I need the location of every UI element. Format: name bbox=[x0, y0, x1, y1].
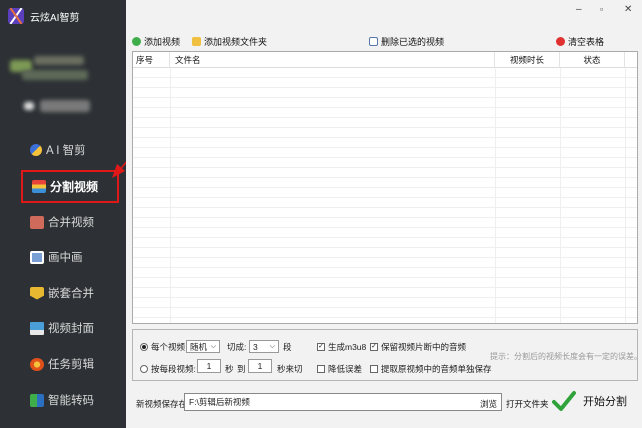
sidebar-item-nested-merge[interactable]: 嵌套合并 bbox=[0, 277, 126, 309]
clear-table-label: 清空表格 bbox=[568, 37, 605, 47]
col-header-duration[interactable]: 视频时长 bbox=[495, 52, 560, 68]
mode-select-value: 随机 bbox=[190, 341, 208, 352]
to-label: 到 bbox=[237, 364, 246, 374]
remove-icon bbox=[369, 37, 378, 46]
sidebar-item-label: 智能转码 bbox=[48, 395, 94, 407]
add-folder-label: 添加视频文件夹 bbox=[204, 37, 268, 47]
sidebar-item-label: 合并视频 bbox=[48, 217, 94, 229]
save-path-label: 新视频保存在: bbox=[136, 399, 190, 409]
split-video-icon bbox=[32, 180, 46, 193]
clear-table-button[interactable]: 清空表格 bbox=[556, 35, 604, 48]
split-options-panel: 每个视频 随机 ⌵ 切成: 3 ⌵ 段 按每段视频: 1 秒 到 1 秒来切 ✓… bbox=[132, 329, 642, 381]
sidebar-item-label: 分割视频 bbox=[50, 180, 99, 194]
add-folder-button[interactable]: 添加视频文件夹 bbox=[192, 35, 267, 48]
each-video-radio[interactable]: 每个视频 bbox=[140, 341, 185, 353]
app-title: 云炫AI智剪 bbox=[8, 7, 79, 25]
sidebar-item-label: 视频封面 bbox=[48, 323, 94, 335]
sidebar-item-smart-transcode[interactable]: 智能转码 bbox=[0, 384, 126, 416]
save-path-input[interactable]: F:\剪辑后新视频 bbox=[184, 393, 502, 411]
maximize-button[interactable]: ▫ bbox=[600, 4, 603, 14]
checkbox-checked-icon: ✓ bbox=[370, 343, 378, 351]
gen-m3u8-checkbox[interactable]: ✓ 生成m3u8 bbox=[317, 341, 366, 353]
add-video-label: 添加视频 bbox=[144, 37, 181, 47]
remove-selected-label: 删除已选的视频 bbox=[381, 37, 445, 47]
extract-audio-checkbox[interactable]: 提取原视频中的音频单独保存 bbox=[370, 363, 492, 375]
ai-sparkle-icon bbox=[30, 144, 42, 156]
add-icon bbox=[132, 37, 141, 46]
folder-icon bbox=[192, 37, 201, 46]
sidebar-item-video-cover[interactable]: 视频封面 bbox=[0, 312, 126, 344]
col-header-index[interactable]: 序号 bbox=[133, 52, 170, 68]
blurred-text-3 bbox=[40, 100, 90, 112]
checkmark-icon bbox=[552, 391, 576, 411]
merge-video-icon bbox=[30, 215, 44, 229]
cut-into-label: 切成: bbox=[227, 342, 247, 352]
clear-icon bbox=[556, 37, 565, 46]
blurred-badge bbox=[24, 102, 34, 110]
blurred-text-2 bbox=[22, 70, 88, 80]
blurred-text-1 bbox=[34, 56, 84, 65]
sidebar-item-task-edit[interactable]: 任务剪辑 bbox=[0, 348, 126, 380]
add-video-button[interactable]: 添加视频 bbox=[132, 35, 180, 48]
video-table[interactable]: 序号 文件名 视频时长 状态 bbox=[132, 51, 638, 324]
sec-cut-label: 秒来切 bbox=[277, 364, 303, 374]
mode-select[interactable]: 随机 ⌵ bbox=[186, 340, 220, 353]
segments-unit: 段 bbox=[283, 342, 292, 352]
start-split-label: 开始分割 bbox=[583, 396, 627, 408]
end-seconds-input[interactable]: 1 bbox=[248, 359, 272, 373]
extract-audio-label: 提取原视频中的音频单独保存 bbox=[381, 364, 492, 374]
sidebar-item-split-video[interactable]: 分割视频 bbox=[21, 170, 119, 203]
by-segment-radio[interactable]: 按每段视频: bbox=[140, 363, 196, 375]
segments-select-value: 3 bbox=[253, 341, 258, 352]
hint-text: 提示：分割后的视频长度会有一定的误差。 bbox=[490, 352, 642, 361]
video-cover-icon bbox=[30, 321, 44, 335]
reduce-error-checkbox[interactable]: 降低误差 bbox=[317, 363, 362, 375]
radio-checked-icon bbox=[140, 343, 148, 351]
by-segment-label: 按每段视频: bbox=[151, 364, 196, 374]
checkbox-checked-icon: ✓ bbox=[317, 343, 325, 351]
keep-audio-checkbox[interactable]: ✓ 保留视频片断中的音频 bbox=[370, 341, 466, 353]
sec-unit-label: 秒 bbox=[225, 364, 234, 374]
picture-in-picture-icon bbox=[30, 250, 44, 264]
col-header-filename[interactable]: 文件名 bbox=[170, 52, 495, 68]
col-header-status[interactable]: 状态 bbox=[560, 52, 625, 68]
checkbox-unchecked-icon bbox=[370, 365, 378, 373]
start-seconds-input[interactable]: 1 bbox=[197, 359, 221, 373]
remove-selected-button[interactable]: 删除已选的视频 bbox=[369, 35, 444, 48]
gen-m3u8-label: 生成m3u8 bbox=[328, 342, 367, 352]
sidebar-item-label: 任务剪辑 bbox=[48, 359, 94, 371]
smart-transcode-icon bbox=[30, 393, 44, 407]
table-header: 序号 文件名 视频时长 状态 bbox=[133, 52, 637, 68]
minimize-button[interactable]: ‒ bbox=[576, 4, 582, 15]
reduce-error-label: 降低误差 bbox=[328, 364, 363, 374]
segments-select[interactable]: 3 ⌵ bbox=[249, 340, 279, 353]
sidebar-item-label: 画中画 bbox=[48, 252, 83, 264]
sidebar-item-merge-video[interactable]: 合并视频 bbox=[0, 206, 126, 238]
sidebar: 云炫AI智剪 A I 智剪 分割视频 合并视频 画中画 嵌套合并 视频封面 任务… bbox=[0, 0, 126, 428]
chevron-down-icon: ⌵ bbox=[269, 342, 275, 350]
chevron-down-icon: ⌵ bbox=[210, 342, 216, 350]
main-panel: ‒ ▫ ✕ 添加视频 添加视频文件夹 删除已选的视频 清空表格 序号 文件名 视… bbox=[126, 0, 642, 428]
app-logo-icon bbox=[8, 8, 24, 24]
browse-button[interactable]: 浏览 bbox=[480, 398, 497, 410]
open-folder-button[interactable]: 打开文件夹 bbox=[506, 398, 549, 410]
close-button[interactable]: ✕ bbox=[624, 4, 632, 15]
start-split-button[interactable]: 开始分割 bbox=[552, 388, 627, 414]
app-title-text: 云炫AI智剪 bbox=[30, 12, 80, 24]
nested-merge-icon bbox=[30, 286, 44, 300]
sidebar-item-label: 嵌套合并 bbox=[48, 288, 94, 300]
radio-unchecked-icon bbox=[140, 365, 148, 373]
sidebar-item-picture-in-picture[interactable]: 画中画 bbox=[0, 241, 126, 273]
each-video-label: 每个视频 bbox=[151, 342, 186, 352]
keep-audio-label: 保留视频片断中的音频 bbox=[381, 342, 467, 352]
sidebar-item-label: A I 智剪 bbox=[46, 145, 86, 157]
task-edit-icon bbox=[30, 357, 44, 371]
checkbox-unchecked-icon bbox=[317, 365, 325, 373]
